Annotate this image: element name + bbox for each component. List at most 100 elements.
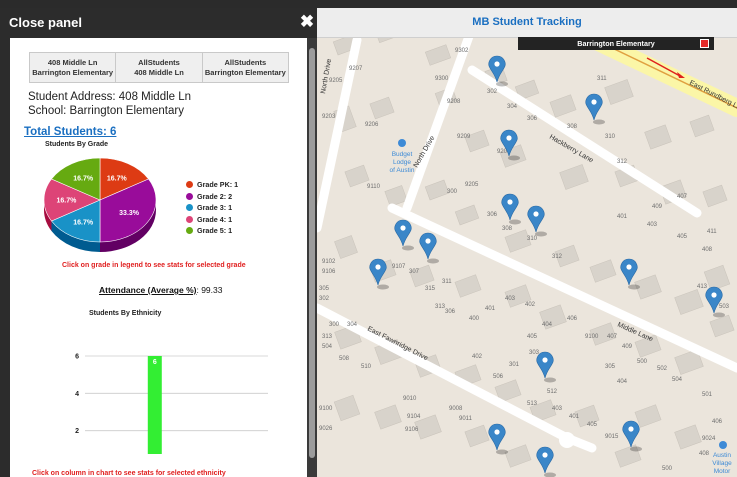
student-location-pin[interactable]	[585, 93, 605, 125]
poi-budget-lodge[interactable]: Budget Lodge of Austin	[390, 139, 415, 174]
attendance-line: Attendance (Average %): 99.33	[99, 285, 222, 295]
tab-address-school[interactable]: 408 Middle Ln Barrington Elementary	[30, 53, 117, 82]
student-location-pin[interactable]	[527, 205, 547, 237]
house-block	[559, 164, 589, 190]
legend-label: Grade 3: 1	[197, 203, 233, 213]
house-number: 401	[485, 306, 496, 312]
pin-dot	[494, 429, 500, 435]
house-number: 9203	[322, 114, 336, 120]
house-number: 400	[469, 316, 480, 322]
tab-line1: AllStudents	[224, 57, 267, 67]
close-icon[interactable]: ✖	[298, 12, 316, 32]
house-block	[504, 444, 532, 468]
street-map[interactable]: North Drive North Drive Hackberry Lane M…	[317, 8, 737, 477]
student-location-pin[interactable]	[419, 232, 439, 264]
panel-scrollbar[interactable]	[307, 38, 317, 477]
house-block	[689, 114, 715, 138]
bar-hispanic[interactable]	[147, 356, 162, 454]
grade-legend: Grade PK: 1 Grade 2: 2 Grade 3: 1 Grade …	[186, 179, 238, 237]
house-number: 310	[527, 236, 538, 242]
tab-all-students-address[interactable]: AllStudents 408 Middle Ln	[116, 53, 203, 82]
house-number: 9100	[585, 334, 599, 340]
total-students-link[interactable]: Total Students: 6	[24, 126, 116, 138]
house-number: 510	[361, 364, 372, 370]
address-block: Student Address: 408 Middle Ln School: B…	[28, 90, 191, 118]
house-number: 513	[527, 401, 538, 407]
school-close-icon[interactable]	[700, 39, 709, 48]
house-block	[424, 44, 452, 66]
pin-shadow	[427, 258, 439, 264]
grade-chart-title: Students By Grade	[45, 141, 109, 148]
house-number: 9104	[407, 414, 421, 420]
attendance-label: Attendance (Average %)	[99, 285, 197, 295]
map-pin-icon	[369, 258, 387, 286]
house-number: 404	[617, 379, 628, 385]
house-block	[369, 96, 395, 120]
tab-all-students-school[interactable]: AllStudents Barrington Elementary	[202, 53, 288, 82]
bar-value-label: 6	[153, 359, 157, 366]
house-number: 300	[329, 322, 340, 328]
y-tick-label: 6	[75, 354, 79, 361]
ethnicity-bar-chart[interactable]: 02460White0Black6Hispanic0Asian0Amer Ind…	[10, 314, 280, 454]
house-number: 406	[567, 316, 578, 322]
grade-hint: Click on grade in legend to see stats fo…	[62, 262, 246, 269]
grade-pie-chart[interactable]: 16.7% 33.3% 16.7% 16.7% 16.7%	[28, 148, 178, 253]
house-number: 409	[652, 204, 663, 210]
house-number: 501	[702, 392, 713, 398]
house-number: 413	[697, 284, 708, 290]
house-number: 402	[472, 354, 483, 360]
poi-austin-village[interactable]: Austin Village Motor	[712, 441, 732, 475]
student-location-pin[interactable]	[488, 423, 508, 455]
house-number: 313	[322, 334, 333, 340]
legend-swatch	[186, 215, 193, 223]
house-block	[374, 404, 402, 430]
legend-grade-5[interactable]: Grade 5: 1	[186, 225, 238, 237]
school-name: School: Barrington Elementary	[28, 105, 184, 117]
student-location-pin[interactable]	[536, 351, 556, 383]
pin-dot	[626, 264, 632, 270]
house-number: 305	[319, 286, 330, 292]
pin-dot	[400, 225, 406, 231]
legend-grade-4[interactable]: Grade 4: 1	[186, 214, 238, 226]
close-panel-label[interactable]: Close panel	[9, 15, 82, 30]
house-block	[454, 274, 482, 298]
house-number: 9302	[455, 48, 469, 54]
pie-slice-label: 16.7%	[73, 176, 94, 183]
legend-grade-pk[interactable]: Grade PK: 1	[186, 179, 238, 191]
pin-shadow	[544, 377, 556, 383]
pin-shadow	[593, 119, 605, 125]
map-view[interactable]: North Drive North Drive Hackberry Lane M…	[317, 8, 737, 477]
house-block	[334, 235, 358, 259]
student-location-pin[interactable]	[394, 219, 414, 251]
pin-dot	[533, 211, 539, 217]
house-number: 9207	[349, 66, 363, 72]
cul-de-sac	[559, 432, 575, 448]
student-location-pin[interactable]	[705, 286, 725, 318]
house-block	[454, 204, 480, 226]
map-pin-icon	[394, 219, 412, 247]
student-location-pin[interactable]	[536, 446, 556, 477]
legend-label: Grade 4: 1	[197, 214, 233, 224]
map-pin-icon	[419, 232, 437, 260]
pin-dot	[494, 61, 500, 67]
scroll-thumb[interactable]	[309, 48, 315, 458]
map-pin-icon	[501, 193, 519, 221]
legend-label: Grade 2: 2	[197, 191, 233, 201]
legend-grade-2[interactable]: Grade 2: 2	[186, 191, 238, 203]
student-location-pin[interactable]	[501, 193, 521, 225]
house-number: 9110	[367, 184, 381, 190]
house-block	[344, 164, 370, 188]
legend-grade-3[interactable]: Grade 3: 1	[186, 202, 238, 214]
student-location-pin[interactable]	[620, 258, 640, 290]
pin-shadow	[630, 446, 642, 452]
attendance-value: : 99.33	[196, 285, 223, 295]
top-strip	[0, 0, 737, 8]
map-pin-icon	[620, 258, 638, 286]
house-number: 403	[647, 222, 658, 228]
pie-slice-label: 16.7%	[107, 176, 128, 183]
pin-shadow	[402, 245, 414, 251]
poi-line: Motor	[714, 468, 731, 475]
school-filter-bar[interactable]: Barrington Elementary	[518, 37, 714, 50]
pin-shadow	[508, 155, 520, 161]
poi-line: Village	[712, 460, 732, 467]
